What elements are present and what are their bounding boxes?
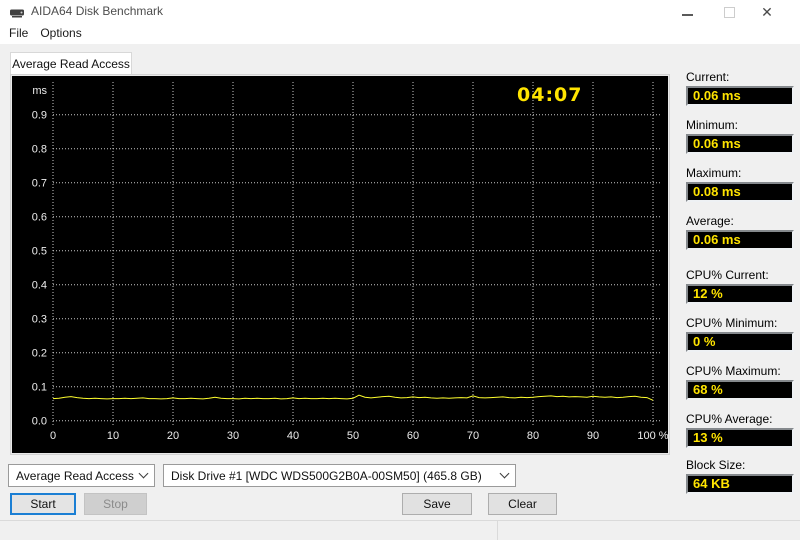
svg-text:10: 10 <box>107 430 119 442</box>
svg-text:0.5: 0.5 <box>32 246 47 258</box>
stat-value: 64 KB <box>686 474 794 494</box>
stat-item: CPU% Minimum: 0 % <box>686 316 794 352</box>
svg-text:0.6: 0.6 <box>32 212 47 224</box>
stop-button[interactable]: Stop <box>84 493 147 515</box>
chart-svg: 0 10 20 30 40 50 60 70 80 90 100 % 0.0 0.1 0.2 0.3 0.4 0… <box>32 82 668 442</box>
svg-text:80: 80 <box>527 430 539 442</box>
menu-options[interactable]: Options <box>39 24 92 44</box>
stat-value: 0.08 ms <box>686 182 794 202</box>
stat-value: 0 % <box>686 332 794 352</box>
maximize-button[interactable] <box>714 0 744 24</box>
stat-label: CPU% Minimum: <box>686 316 778 330</box>
svg-text:20: 20 <box>167 430 179 442</box>
svg-text:ms: ms <box>32 85 47 97</box>
svg-text:60: 60 <box>407 430 419 442</box>
close-icon: ✕ <box>761 3 773 20</box>
stat-item: Current: 0.06 ms <box>686 70 794 106</box>
app-icon <box>9 5 25 22</box>
menu-bar: File Options <box>0 24 93 44</box>
disk-drive-select[interactable]: Disk Drive #1 [WDC WDS500G2B0A-00SM50] (… <box>163 464 516 487</box>
svg-text:0: 0 <box>50 430 56 442</box>
clear-button[interactable]: Clear <box>488 493 557 515</box>
svg-text:0.2: 0.2 <box>32 348 47 360</box>
stat-item: CPU% Average: 13 % <box>686 412 794 448</box>
stat-label: CPU% Maximum: <box>686 364 781 378</box>
tab-average-read-access[interactable]: Average Read Access <box>10 52 132 76</box>
save-button[interactable]: Save <box>402 493 472 515</box>
stat-value: 12 % <box>686 284 794 304</box>
minimize-button[interactable] <box>672 0 702 24</box>
start-button[interactable]: Start <box>10 493 76 515</box>
svg-text:100 %: 100 % <box>637 430 668 442</box>
stat-item: Maximum: 0.08 ms <box>686 166 794 202</box>
svg-text:50: 50 <box>347 430 359 442</box>
svg-text:0.9: 0.9 <box>32 110 47 122</box>
stat-value: 0.06 ms <box>686 230 794 250</box>
status-bar-pane-divider <box>497 521 498 540</box>
svg-text:40: 40 <box>287 430 299 442</box>
stat-label: Current: <box>686 70 730 84</box>
svg-text:0.4: 0.4 <box>32 280 47 292</box>
stat-item: Minimum: 0.06 ms <box>686 118 794 154</box>
stat-value: 13 % <box>686 428 794 448</box>
svg-text:0.8: 0.8 <box>32 144 47 156</box>
stat-value: 0.06 ms <box>686 86 794 106</box>
svg-text:0.3: 0.3 <box>32 314 47 326</box>
elapsed-timer: 04:07 <box>517 84 583 106</box>
svg-text:90: 90 <box>587 430 599 442</box>
stat-item: Average: 0.06 ms <box>686 214 794 250</box>
app-window: AIDA64 Disk Benchmark ✕ File Options Ave… <box>0 0 800 540</box>
svg-text:0.7: 0.7 <box>32 178 47 190</box>
benchmark-type-select[interactable]: Average Read Access <box>8 464 155 487</box>
stats-panel: Current: 0.06 ms Minimum: 0.06 ms Maximu… <box>686 70 794 506</box>
stat-item: Block Size: 64 KB <box>686 458 794 494</box>
maximize-icon <box>723 6 735 18</box>
stat-label: Maximum: <box>686 166 742 180</box>
chevron-down-icon <box>499 468 510 479</box>
stat-value: 0.06 ms <box>686 134 794 154</box>
stat-label: CPU% Average: <box>686 412 773 426</box>
svg-text:0.0: 0.0 <box>32 416 47 428</box>
stat-value: 68 % <box>686 380 794 400</box>
stat-label: Average: <box>686 214 734 228</box>
benchmark-chart: 0 10 20 30 40 50 60 70 80 90 100 % 0.0 0.1 0.2 0.3 0.4 0… <box>12 76 668 453</box>
svg-text:0.1: 0.1 <box>32 382 47 394</box>
chevron-down-icon <box>138 468 149 479</box>
close-button[interactable]: ✕ <box>752 0 782 24</box>
minimize-icon <box>681 14 693 16</box>
stat-item: CPU% Maximum: 68 % <box>686 364 794 400</box>
disk-drive-value: Disk Drive #1 [WDC WDS500G2B0A-00SM50] (… <box>171 468 482 483</box>
svg-text:70: 70 <box>467 430 479 442</box>
status-bar-divider <box>0 520 800 521</box>
stat-item: CPU% Current: 12 % <box>686 268 794 304</box>
stat-label: Minimum: <box>686 118 739 132</box>
benchmark-type-value: Average Read Access <box>16 468 134 483</box>
title-bar: AIDA64 Disk Benchmark ✕ File Options <box>0 0 800 44</box>
stat-label: CPU% Current: <box>686 268 769 282</box>
svg-text:30: 30 <box>227 430 239 442</box>
window-title: AIDA64 Disk Benchmark <box>31 4 164 18</box>
stat-label: Block Size: <box>686 458 746 472</box>
menu-file[interactable]: File <box>8 24 39 44</box>
